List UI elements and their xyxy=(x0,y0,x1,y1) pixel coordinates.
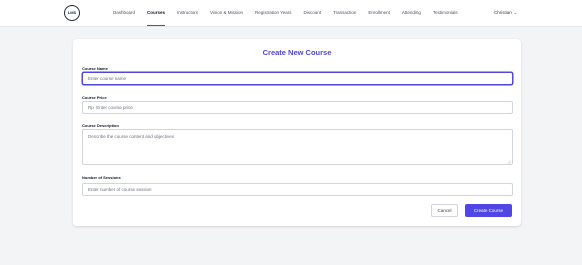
course-description-textarea[interactable] xyxy=(82,129,513,165)
chevron-down-icon: ⌄ xyxy=(513,10,518,15)
create-course-button[interactable]: Create Course xyxy=(465,204,512,217)
nav-links: Dashboard Courses Instructors Vision & M… xyxy=(113,0,470,26)
top-navbar: LMS Dashboard Courses Instructors Vision… xyxy=(0,0,582,27)
sessions-label: Number of Sessions xyxy=(82,175,121,180)
logo-text: LMS xyxy=(67,10,77,15)
resize-grip-icon[interactable] xyxy=(507,160,511,164)
user-menu[interactable]: Christian ⌄ xyxy=(494,0,517,26)
page-title: Create New Course xyxy=(262,48,332,57)
app-logo[interactable]: LMS xyxy=(64,5,80,21)
nav-link-vision-mission[interactable]: Vision & Mission xyxy=(210,0,243,26)
create-course-card: Create New Course Course Name Course Pri… xyxy=(73,39,521,226)
nav-link-instructors[interactable]: Instructors xyxy=(177,0,198,26)
course-name-label: Course Name xyxy=(82,66,108,71)
nav-link-transaction[interactable]: Transaction xyxy=(333,0,356,26)
user-name: Christian xyxy=(494,10,512,15)
sessions-input[interactable] xyxy=(82,183,513,196)
course-name-input[interactable] xyxy=(82,72,513,85)
nav-link-enrollment[interactable]: Enrollment xyxy=(368,0,390,26)
nav-link-attending[interactable]: Attending xyxy=(402,0,421,26)
nav-link-courses[interactable]: Courses xyxy=(147,0,166,26)
course-description-label: Course Description xyxy=(82,123,119,128)
nav-link-discount[interactable]: Discount xyxy=(304,0,322,26)
course-price-input[interactable] xyxy=(82,101,513,114)
nav-link-dashboard[interactable]: Dashboard xyxy=(113,0,135,26)
course-price-label: Course Price xyxy=(82,95,107,100)
cancel-button[interactable]: Cancel xyxy=(431,204,458,217)
nav-link-registration-years[interactable]: Registration Years xyxy=(255,0,292,26)
nav-link-testimonials[interactable]: Testimonials xyxy=(433,0,458,26)
